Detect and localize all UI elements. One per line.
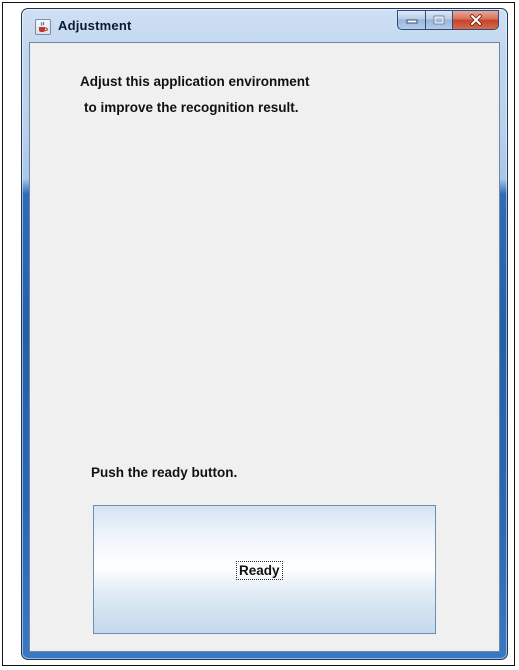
caption-buttons	[397, 10, 499, 30]
message-line-2: to improve the recognition result.	[84, 100, 299, 115]
close-button[interactable]	[453, 10, 499, 30]
minimize-button[interactable]	[397, 10, 426, 30]
maximize-icon	[433, 15, 445, 25]
window-title: Adjustment	[58, 18, 132, 33]
window-content: Adjust this application environment to i…	[29, 42, 500, 652]
message-line-1: Adjust this application environment	[80, 74, 310, 89]
adjustment-window: Adjustment Adjust this application envir…	[21, 8, 508, 660]
window-titlebar[interactable]: Adjustment	[22, 9, 507, 42]
close-icon	[469, 14, 482, 26]
ready-button-label: Ready	[236, 561, 283, 580]
screenshot-frame: Adjustment Adjust this application envir…	[2, 2, 515, 666]
java-cup-icon	[35, 19, 51, 35]
maximize-button[interactable]	[426, 10, 453, 30]
instruction-label: Push the ready button.	[91, 465, 238, 480]
ready-button[interactable]: Ready	[93, 505, 436, 634]
minimize-icon	[406, 19, 417, 24]
